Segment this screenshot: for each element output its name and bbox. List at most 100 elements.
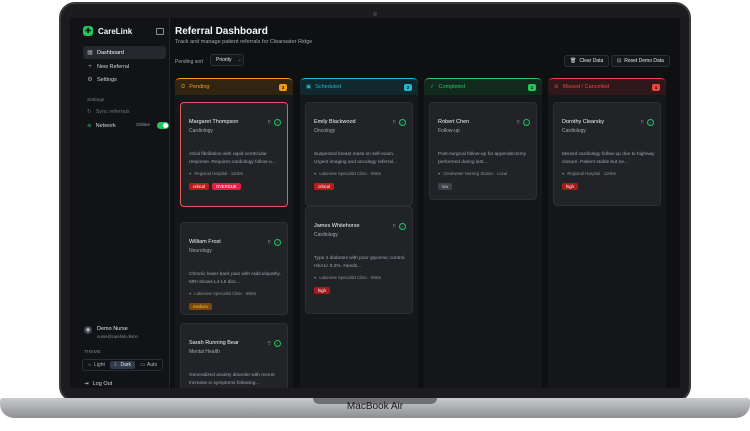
location-text: Lakeview Specialist Clinic · 95km xyxy=(194,291,257,296)
theme-option-label: Auto xyxy=(147,362,158,368)
user-profile[interactable]: ◉ Demo Nurse nurse@carelink.demo xyxy=(84,326,138,339)
plus-icon: + xyxy=(88,63,92,70)
column-3: ⊘ Missed / Cancelled 1 Dorothy Clearsky Card… xyxy=(548,78,666,388)
column-status-icon: ✓ xyxy=(430,84,435,90)
referral-card[interactable]: James Whitehorse Cardiology ⠿ ✓ Type 2 diabe… xyxy=(305,206,413,314)
drag-handle-icon[interactable]: ⠿ xyxy=(516,120,520,126)
network-status: Online xyxy=(136,123,150,128)
referral-card[interactable]: Margaret Thompson Cardiology ⠿ ✓ Atrial fibr… xyxy=(180,102,288,207)
check-icon[interactable]: ✓ xyxy=(647,119,654,126)
sidebar-item-dashboard[interactable]: ▦ Dashboard xyxy=(83,46,166,59)
patient-name: Emily Blackwood xyxy=(314,119,356,125)
drag-handle-icon[interactable]: ⠿ xyxy=(267,240,271,246)
location: ⌖ Clearwater Nursing Station · Local xyxy=(438,171,507,176)
department: Cardiology xyxy=(562,128,586,134)
referral-card[interactable]: Dorothy Clearsky Cardiology ⠿ ✓ Missed cardi… xyxy=(553,102,661,206)
column-status-icon: ⊘ xyxy=(554,84,559,90)
check-icon[interactable]: ✓ xyxy=(399,119,406,126)
column-count-badge: 3 xyxy=(279,84,287,91)
column-title: Pending xyxy=(189,84,210,90)
sync-icon: ↻ xyxy=(87,109,92,115)
brand[interactable]: ✚ CareLink xyxy=(83,26,132,36)
network-row: ≋ Network Online xyxy=(83,122,169,129)
referral-card[interactable]: Robert Chen Follow-up ⠿ ✓ Post-surgical foll… xyxy=(429,102,537,200)
device-label: MacBook Air xyxy=(346,401,404,412)
column-header: ⏲ Pending 3 xyxy=(175,78,293,95)
referral-description: Post-surgical follow-up for appendectomy… xyxy=(438,152,526,165)
trash-icon: 🗑 xyxy=(570,58,577,64)
column-count-badge: 1 xyxy=(528,84,536,91)
column-header: ▣ Scheduled 2 xyxy=(300,78,418,95)
column-title: Scheduled xyxy=(315,84,342,90)
app-name: CareLink xyxy=(98,26,133,36)
department: Cardiology xyxy=(314,232,338,238)
sync-label: Sync referrals xyxy=(95,109,130,115)
tag-list: critical OVERDUE xyxy=(189,183,241,190)
theme-switcher: ☼ Light ☾ Dark ▭ Auto xyxy=(82,359,163,371)
referral-card[interactable]: William Frost Neurology ⠿ ✓ Chronic lower ba… xyxy=(180,222,288,315)
sidebar: ✚ CareLink ▦ Dashboard + New Referral ⚙ … xyxy=(70,18,170,388)
referral-card[interactable]: Sarah Running Bear Mental Health ⠿ ✓ General… xyxy=(180,323,288,388)
theme-dark-button[interactable]: ☾ Dark xyxy=(110,361,135,369)
check-icon[interactable]: ✓ xyxy=(399,223,406,230)
priority-badge: critical xyxy=(189,183,209,190)
location: ⌖ Lakeview Specialist Clinic · 95km xyxy=(189,291,256,296)
network-toggle[interactable] xyxy=(157,122,169,129)
priority-badge: high xyxy=(314,287,330,294)
column-title: Missed / Cancelled xyxy=(562,84,610,90)
sidebar-toggle-icon[interactable] xyxy=(156,28,164,35)
patient-name: Margaret Thompson xyxy=(189,119,239,125)
referral-card[interactable]: Emily Blackwood Oncology ⠿ ✓ Suspected breas… xyxy=(305,102,413,206)
sync-referrals-button[interactable]: ↻ Sync referrals xyxy=(83,109,130,115)
moon-icon: ☾ xyxy=(113,362,119,368)
theme-auto-button[interactable]: ▭ Auto xyxy=(137,361,161,369)
referral-description: Type 2 diabetes with poor glycemic contr… xyxy=(314,256,406,269)
pin-icon: ⌖ xyxy=(438,171,441,176)
sidebar-item-settings[interactable]: ⚙ Settings xyxy=(83,73,166,86)
theme-light-button[interactable]: ☼ Light xyxy=(84,361,108,369)
location-text: Regional Hospital · 110km xyxy=(567,171,617,176)
patient-name: Robert Chen xyxy=(438,119,470,125)
logout-button[interactable]: ⇥ Log Out xyxy=(84,381,112,387)
patient-name: Sarah Running Bear xyxy=(189,340,239,346)
pin-icon: ⌖ xyxy=(562,171,565,176)
patient-name: James Whitehorse xyxy=(314,223,360,229)
check-icon[interactable]: ✓ xyxy=(523,119,530,126)
column-0: ⏲ Pending 3 Margaret Thompson Cardiology ⠿ ✓ At… xyxy=(175,78,293,388)
drag-handle-icon[interactable]: ⠿ xyxy=(267,341,271,347)
check-icon[interactable]: ✓ xyxy=(274,119,281,126)
priority-badge: medium xyxy=(189,303,212,310)
network-label: Network xyxy=(95,122,116,129)
column-count-badge: 2 xyxy=(404,84,412,91)
location: ⌖ Lakeview Specialist Clinic · 95km xyxy=(314,275,381,280)
drag-handle-icon[interactable]: ⠿ xyxy=(640,120,644,126)
pin-icon: ⌖ xyxy=(189,171,192,176)
theme-option-label: Dark xyxy=(120,362,132,368)
sidebar-item-new-referral[interactable]: + New Referral xyxy=(83,60,166,73)
settings-section-label: Settings xyxy=(87,98,105,103)
referral-description: Missed cardiology follow-up due to highw… xyxy=(562,152,655,165)
reset-demo-data-button[interactable]: ⊡ Reset Demo Data xyxy=(611,55,670,67)
drag-handle-icon[interactable]: ⠿ xyxy=(392,224,396,230)
tag-list: high xyxy=(314,287,330,294)
check-icon[interactable]: ✓ xyxy=(274,239,281,246)
drag-handle-icon[interactable]: ⠿ xyxy=(267,120,271,126)
sort-select[interactable]: Priority ⌄ xyxy=(210,54,244,66)
grid-icon: ▦ xyxy=(87,50,93,56)
monitor-icon: ▭ xyxy=(140,362,146,368)
priority-badge: OVERDUE xyxy=(211,183,241,190)
column-title: Completed xyxy=(438,84,466,90)
column-body: Margaret Thompson Cardiology ⠿ ✓ Atrial fibr… xyxy=(175,95,293,388)
clear-data-button[interactable]: 🗑 Clear Data xyxy=(564,55,610,67)
referral-description: Atrial fibrillation with rapid ventricul… xyxy=(189,152,276,165)
check-icon[interactable]: ✓ xyxy=(274,340,281,347)
column-status-icon: ⏲ xyxy=(181,83,186,90)
drag-handle-icon[interactable]: ⠿ xyxy=(392,120,396,126)
column-header: ⊘ Missed / Cancelled 1 xyxy=(548,78,666,95)
reset-label: Reset Demo Data xyxy=(624,58,664,64)
user-name: Demo Nurse xyxy=(97,326,128,332)
page-subtitle: Track and manage patient referrals for C… xyxy=(175,39,313,45)
sidebar-item-label: Dashboard xyxy=(97,49,124,56)
patient-name: William Frost xyxy=(189,239,221,245)
tag-list: critical xyxy=(314,183,334,190)
